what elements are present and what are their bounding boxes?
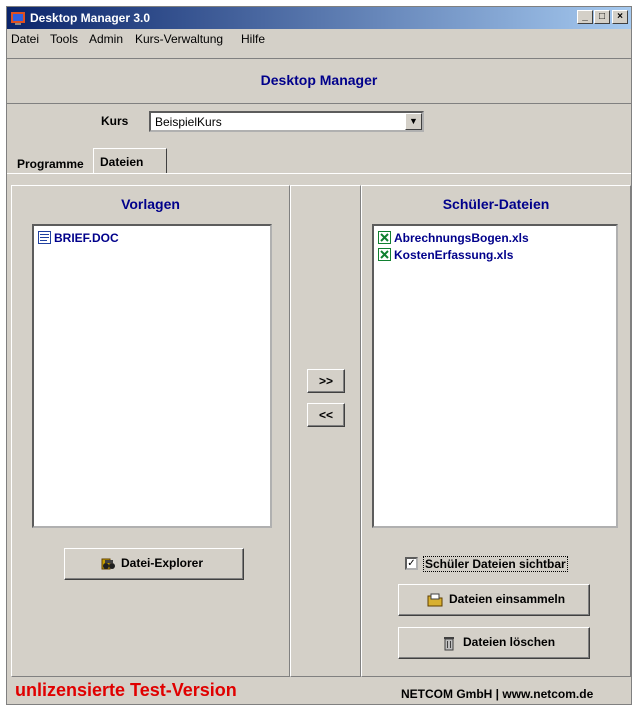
chevron-down-icon[interactable]: ▼ (405, 113, 422, 130)
trash-icon (444, 637, 454, 651)
schueler-sichtbar-label[interactable]: Schüler Dateien sichtbar (423, 556, 568, 572)
page-title: Desktop Manager (260, 72, 378, 88)
schueler-sichtbar-checkbox[interactable]: ✓ (405, 557, 418, 570)
kurs-select-value: BeispielKurs (155, 115, 222, 129)
header-band: Desktop Manager (7, 58, 631, 104)
unlicensed-warning: unlizensierte Test-Version (15, 680, 237, 700)
move-right-label: >> (318, 374, 333, 388)
move-left-button[interactable]: << (307, 403, 345, 427)
desktop-manager-window: Desktop Manager 3.0 _ □ × Datei Tools Ad… (6, 6, 632, 705)
window-title: Desktop Manager 3.0 (30, 11, 151, 25)
company-credit: NETCOM GmbH | www.netcom.de (401, 687, 594, 701)
minimize-button[interactable]: _ (577, 10, 593, 24)
file-name: BRIEF.DOC (54, 231, 119, 245)
vorlagen-title: Vorlagen (121, 196, 180, 212)
vorlagen-panel: Vorlagen BRIEF.DOC Datei-Explorer (11, 185, 290, 677)
vorlagen-list[interactable]: BRIEF.DOC (32, 224, 272, 528)
dateien-loeschen-label: Dateien löschen (463, 635, 556, 649)
menu-datei[interactable]: Datei (11, 32, 39, 46)
maximize-button[interactable]: □ (594, 10, 610, 24)
menu-admin[interactable]: Admin (89, 32, 123, 46)
tab-programme[interactable]: Programme (11, 153, 93, 173)
datei-explorer-button[interactable]: Datei-Explorer (64, 548, 244, 580)
dateien-einsammeln-label: Dateien einsammeln (449, 592, 566, 606)
menu-bar: Datei Tools Admin Kurs-Verwaltung Hilfe (7, 29, 631, 49)
menu-tools[interactable]: Tools (50, 32, 78, 46)
excel-icon (378, 231, 391, 244)
menu-hilfe[interactable]: Hilfe (241, 32, 265, 46)
folder-collect-icon (427, 593, 443, 607)
dateien-einsammeln-button[interactable]: Dateien einsammeln (398, 584, 590, 616)
move-left-label: << (318, 408, 333, 422)
schueler-title: Schüler-Dateien (442, 196, 550, 212)
menu-kurs-verwaltung[interactable]: Kurs-Verwaltung (135, 32, 223, 46)
file-name: AbrechnungsBogen.xls (394, 231, 529, 245)
move-right-button[interactable]: >> (307, 369, 345, 393)
title-bar[interactable]: Desktop Manager 3.0 _ □ × (7, 7, 631, 29)
kurs-label: Kurs (101, 114, 129, 128)
close-button[interactable]: × (612, 10, 628, 24)
word-doc-icon (38, 231, 51, 244)
schueler-panel: Schüler-Dateien AbrechnungsBogen.xls Kos… (361, 185, 631, 677)
schueler-list[interactable]: AbrechnungsBogen.xls KostenErfassung.xls (372, 224, 618, 528)
excel-icon (378, 248, 391, 261)
tab-divider (7, 173, 631, 174)
tab-dateien-label: Dateien (100, 155, 144, 169)
dateien-loeschen-button[interactable]: Dateien löschen (398, 627, 590, 659)
app-icon (11, 12, 25, 25)
tab-dateien[interactable]: Dateien (93, 148, 167, 174)
file-name: KostenErfassung.xls (394, 248, 514, 262)
tab-programme-label: Programme (17, 157, 84, 171)
binoculars-icon (101, 558, 115, 570)
transfer-panel: >> << (290, 185, 361, 677)
datei-explorer-label: Datei-Explorer (121, 556, 204, 570)
kurs-select[interactable]: BeispielKurs ▼ (149, 111, 424, 132)
